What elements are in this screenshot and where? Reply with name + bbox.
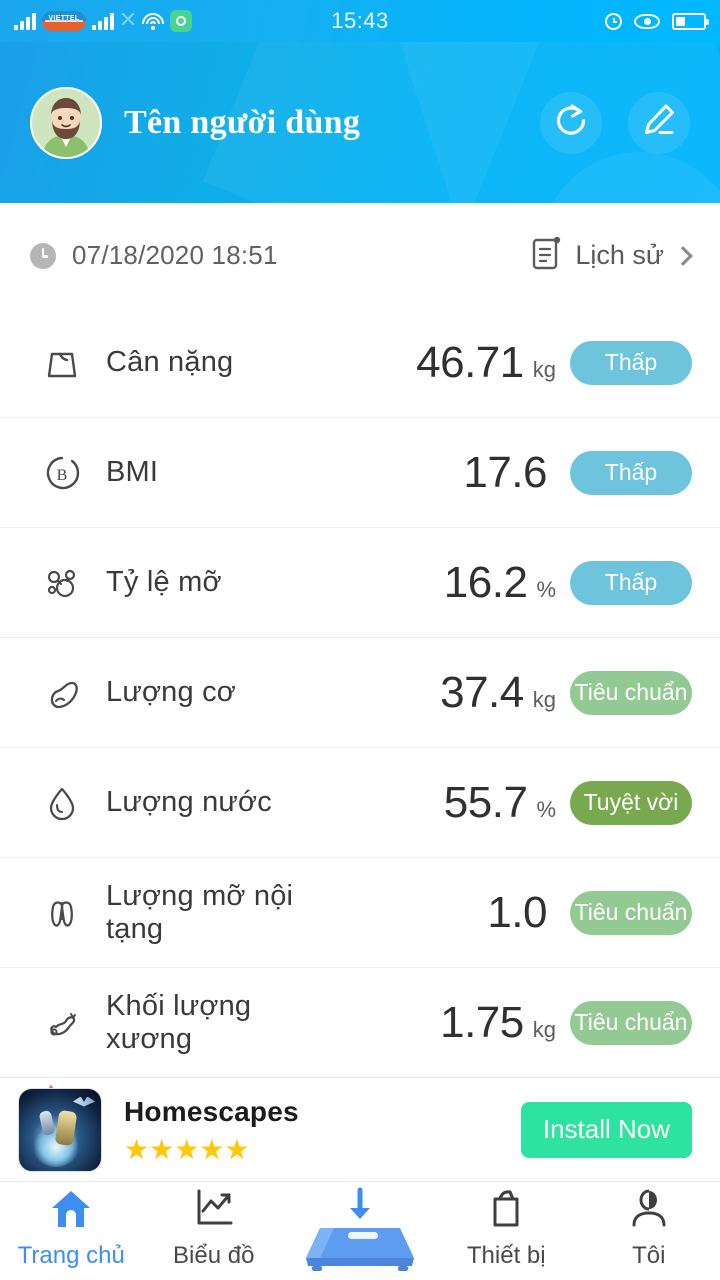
metric-row-water[interactable]: Lượng nước 55.7 % Tuyệt vời bbox=[0, 748, 720, 858]
status-badge: Tiêu chuẩn bbox=[570, 890, 692, 935]
metric-unit: % bbox=[536, 796, 556, 822]
nav-item-chart[interactable]: Biểu đồ bbox=[143, 1187, 286, 1280]
metric-value-group: 1.0 bbox=[346, 888, 570, 938]
chart-icon bbox=[191, 1187, 237, 1234]
app-icon[interactable] bbox=[18, 1087, 102, 1172]
avatar[interactable] bbox=[30, 86, 102, 159]
history-link[interactable]: Lịch sử bbox=[531, 235, 693, 276]
metric-row-body-fat[interactable]: Tỷ lệ mỡ 16.2 % Thấp bbox=[0, 528, 720, 638]
body-fat-icon bbox=[34, 561, 90, 605]
status-badge: Tiêu chuẩn bbox=[570, 670, 692, 715]
home-icon bbox=[48, 1187, 94, 1234]
nav-label-profile: Tôi bbox=[632, 1242, 666, 1269]
ad-text-group: Homescapes ★★★★★ bbox=[124, 1096, 299, 1164]
metric-value-group: 46.71 kg bbox=[335, 338, 570, 388]
nav-item-home[interactable]: Trang chủ bbox=[0, 1187, 143, 1280]
bottom-navigation: Trang chủ Biểu đồ Thiết bị Tôi bbox=[0, 1182, 720, 1280]
edit-pencil-icon bbox=[637, 98, 681, 147]
metric-value: 1.0 bbox=[487, 887, 547, 937]
metric-label: BMI bbox=[106, 456, 159, 488]
chevron-right-icon bbox=[673, 245, 693, 266]
history-label: Lịch sử bbox=[575, 240, 664, 270]
status-badge: Thấp bbox=[570, 340, 692, 385]
metric-unit: kg bbox=[532, 356, 556, 382]
status-bar-right bbox=[605, 12, 709, 30]
refresh-icon bbox=[549, 98, 593, 147]
battery-icon bbox=[672, 12, 709, 30]
metric-value: 17.6 bbox=[463, 447, 547, 497]
bmi-circle-icon: B bbox=[34, 451, 90, 495]
install-now-button[interactable]: Install Now bbox=[520, 1101, 692, 1158]
ad-rating-stars: ★★★★★ bbox=[124, 1133, 250, 1165]
location-app-icon bbox=[170, 10, 192, 32]
status-badge: Thấp bbox=[570, 560, 692, 605]
eye-care-icon bbox=[634, 13, 660, 29]
nav-label-chart: Biểu đồ bbox=[173, 1242, 255, 1269]
metric-label: Khối lượng xương bbox=[106, 989, 252, 1055]
muscle-arm-icon bbox=[34, 671, 90, 715]
metric-value: 46.71 bbox=[416, 337, 524, 387]
metric-row-weight[interactable]: Cân nặng 46.71 kg Thấp bbox=[0, 308, 720, 418]
metric-value-group: 1.75 kg bbox=[340, 998, 570, 1048]
metric-value-group: 17.6 bbox=[335, 448, 570, 498]
metric-row-bone-mass[interactable]: Khối lượng xương 1.75 kg Tiêu chuẩn bbox=[0, 968, 720, 1078]
metric-row-muscle[interactable]: Lượng cơ 37.4 kg Tiêu chuẩn bbox=[0, 638, 720, 748]
metric-unit: kg bbox=[532, 686, 556, 712]
metric-label: Tỷ lệ mỡ bbox=[106, 566, 222, 598]
metric-label: Lượng cơ bbox=[106, 676, 236, 708]
signal-bars-icon bbox=[14, 12, 36, 30]
status-badge: Tuyệt vời bbox=[570, 780, 692, 825]
metric-label: Lượng nước bbox=[106, 786, 272, 818]
status-badge: Thấp bbox=[570, 450, 692, 495]
metric-value: 37.4 bbox=[440, 667, 524, 717]
clock-icon bbox=[30, 242, 56, 269]
measurement-timestamp: 07/18/2020 18:51 bbox=[72, 240, 278, 270]
refresh-button[interactable] bbox=[540, 91, 602, 154]
metric-value: 16.2 bbox=[443, 557, 528, 607]
water-drop-icon bbox=[34, 781, 90, 825]
metric-value-group: 37.4 kg bbox=[335, 668, 570, 718]
metric-unit: % bbox=[536, 576, 556, 602]
svg-text:B: B bbox=[57, 467, 68, 484]
bluetooth-off-icon bbox=[120, 10, 136, 32]
carrier-logo-icon: VIETTEL bbox=[42, 11, 86, 31]
metric-value: 55.7 bbox=[443, 777, 528, 827]
history-document-icon bbox=[531, 235, 563, 276]
alarm-icon bbox=[605, 12, 622, 30]
status-bar-left: VIETTEL bbox=[14, 10, 192, 32]
nav-label-home: Trang chủ bbox=[17, 1242, 125, 1269]
metric-row-visceral-fat[interactable]: Lượng mỡ nội tạng 1.0 Tiêu chuẩn bbox=[0, 858, 720, 968]
status-bar: VIETTEL 15:43 bbox=[0, 0, 720, 42]
metric-row-bmi[interactable]: B BMI 17.6 Thấp bbox=[0, 418, 720, 528]
signal-bars-icon-2 bbox=[92, 12, 114, 30]
profile-header: Tên người dùng bbox=[0, 42, 720, 203]
page-title: Tên người dùng bbox=[124, 103, 361, 141]
metric-value: 1.75 bbox=[440, 997, 524, 1047]
nav-label-device: Thiết bị bbox=[466, 1242, 546, 1269]
weight-scale-icon bbox=[34, 341, 90, 385]
measurement-date-row: 07/18/2020 18:51 Lịch sử bbox=[0, 203, 720, 308]
bone-mass-icon bbox=[34, 1001, 90, 1045]
edit-button[interactable] bbox=[628, 91, 690, 154]
carrier-label: VIETTEL bbox=[48, 15, 80, 22]
nav-item-profile[interactable]: Tôi bbox=[578, 1187, 720, 1280]
ad-banner[interactable]: c Homescapes ★★★★★ Install Now bbox=[0, 1078, 720, 1182]
ad-title: Homescapes bbox=[124, 1095, 299, 1127]
status-badge: Tiêu chuẩn bbox=[570, 1000, 692, 1045]
nav-item-device[interactable]: Thiết bị bbox=[435, 1187, 578, 1280]
wifi-icon bbox=[142, 12, 164, 30]
scale-device-icon bbox=[304, 1216, 416, 1274]
metric-label: Cân nặng bbox=[106, 346, 234, 378]
metric-label: Lượng mỡ nội tạng bbox=[106, 879, 294, 945]
metrics-list: Cân nặng 46.71 kg Thấp B BMI 17.6 Thấp T… bbox=[0, 308, 720, 1078]
device-bag-icon bbox=[483, 1187, 529, 1234]
person-icon bbox=[626, 1187, 672, 1234]
metric-unit: kg bbox=[532, 1016, 556, 1042]
nav-item-measure[interactable] bbox=[285, 1182, 435, 1280]
header-actions bbox=[540, 91, 690, 154]
visceral-fat-icon bbox=[34, 891, 90, 935]
metric-value-group: 16.2 % bbox=[335, 558, 570, 608]
metric-value-group: 55.7 % bbox=[335, 778, 570, 828]
